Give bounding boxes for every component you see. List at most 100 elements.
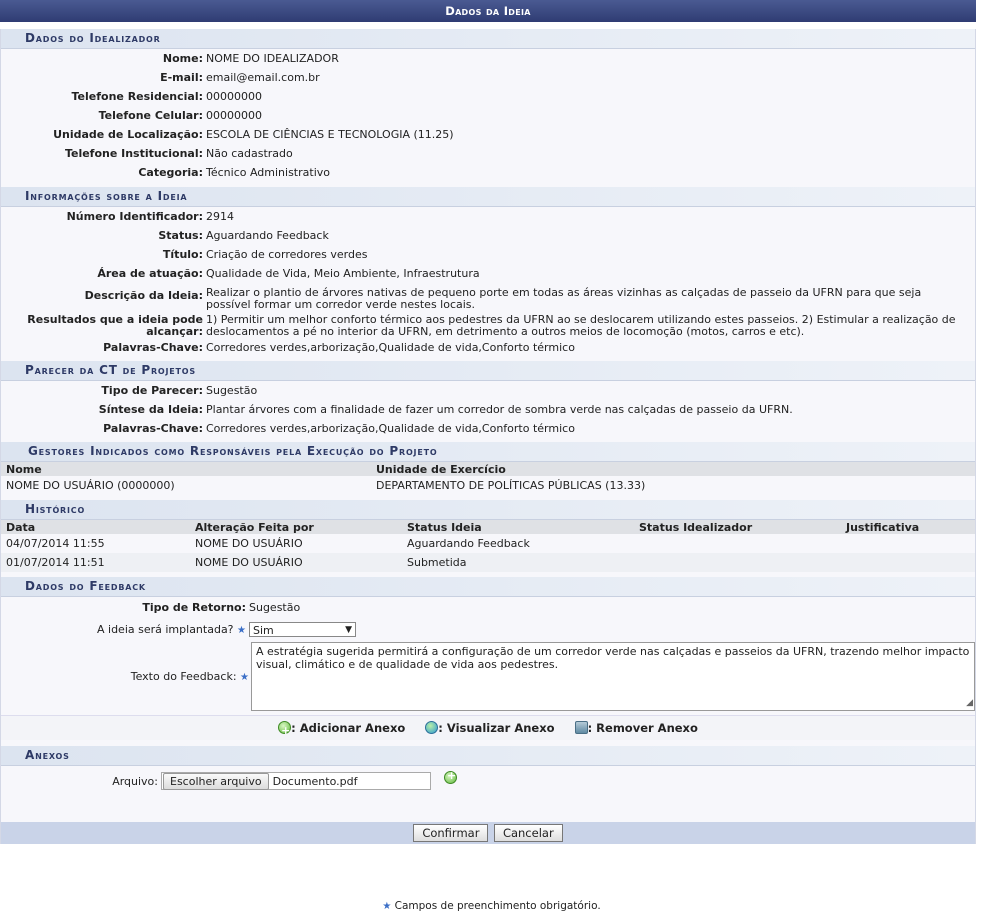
confirm-button[interactable]: Confirmar	[413, 824, 489, 842]
implantada-select[interactable]: Sim ▼	[249, 622, 356, 637]
field-label: Resultados que a ideia pode alcançar:	[27, 313, 203, 338]
field-row: Palavras-Chave: Corredores verdes,arboriz…	[1, 420, 975, 439]
table-cell: NOME DO USUÁRIO	[195, 537, 303, 550]
add-attachment-icon[interactable]	[444, 769, 457, 784]
texto-label-wrap: Texto do Feedback: ★	[1, 670, 251, 683]
resize-grip-icon[interactable]: ◢	[966, 697, 973, 710]
column-header: Nome	[1, 462, 371, 476]
historico-table: Data Alteração Feita por Status Ideia St…	[1, 520, 975, 572]
field-value: Plantar árvores com a finalidade de faze…	[206, 403, 793, 416]
texto-feedback-textarea[interactable]: A estratégia sugerida permitirá a config…	[251, 641, 975, 711]
cancel-button[interactable]: Cancelar	[493, 824, 563, 842]
field-value: Criação de corredores verdes	[206, 248, 368, 261]
field-label: Telefone Residencial:	[71, 90, 204, 103]
file-input[interactable]: Escolher arquivo Documento.pdf	[161, 772, 431, 790]
field-label: Nome:	[162, 52, 203, 65]
gestores-table: Nome Unidade de Exercício NOME DO USUÁRI…	[1, 462, 975, 495]
table-cell	[634, 534, 841, 553]
section-anexos-title: Anexos	[1, 746, 975, 766]
anexos-fields: Arquivo: Escolher arquivo Documento.pdf	[1, 766, 975, 822]
anexo-legend: : Adicionar Anexo : Visualizar Anexo : R…	[1, 715, 975, 743]
field-row: Palavras-Chave: Corredores verdes,arboriz…	[1, 339, 975, 358]
column-header: Data	[1, 520, 190, 534]
field-value: email@email.com.br	[206, 71, 320, 84]
field-row: Resultados que a ideia pode alcançar: 1) …	[1, 311, 975, 339]
field-value: 00000000	[206, 90, 262, 103]
informacoes-fields: Número Identificador: 2914 Status: Aguarda…	[1, 207, 975, 361]
table-row: 01/07/2014 11:51 NOME DO USUÁRIO Submeti…	[1, 553, 975, 572]
field-label: Categoria:	[138, 166, 203, 179]
field-row: Número Identificador: 2914	[1, 208, 975, 227]
legend-visualizar: : Visualizar Anexo	[425, 721, 555, 735]
tipo-retorno-value: Sugestão	[249, 601, 301, 614]
field-label: Unidade de Localização:	[53, 128, 203, 141]
legend-adicionar: : Adicionar Anexo	[278, 719, 405, 743]
field-value: Técnico Administrativo	[206, 166, 330, 179]
form-panel: Dados do Idealizador Nome: NOME DO IDEALI…	[0, 29, 976, 844]
field-row: Status: Aguardando Feedback	[1, 227, 975, 246]
column-header: Status Ideia	[402, 520, 634, 534]
field-row: E-mail: email@email.com.br	[1, 69, 975, 88]
field-row: Nome: NOME DO IDEALIZADOR	[1, 50, 975, 69]
field-label: Título:	[162, 248, 203, 261]
main-form: Dados da Ideia Dados do Idealizador Nome…	[0, 0, 976, 844]
add-icon	[278, 719, 292, 743]
field-label: Telefone Institucional:	[64, 147, 203, 160]
column-header: Justificativa	[841, 520, 975, 534]
field-row: Unidade de Localização: ESCOLA DE CIÊNCIA…	[1, 126, 975, 145]
table-header-row: Nome Unidade de Exercício	[1, 462, 975, 476]
field-value: Sugestão	[206, 384, 258, 397]
section-idealizador-title: Dados do Idealizador	[1, 29, 975, 49]
arquivo-label: Arquivo:	[112, 774, 158, 788]
arquivo-row: Arquivo: Escolher arquivo Documento.pdf	[1, 769, 975, 790]
required-star-icon: ★	[382, 901, 392, 912]
field-label: Descrição da Ideia:	[84, 289, 203, 302]
table-cell: NOME DO USUÁRIO	[190, 553, 402, 572]
page-title: Dados da Ideia	[0, 0, 976, 22]
required-star-icon: ★	[237, 625, 246, 636]
table-cell	[841, 534, 975, 553]
choose-file-button[interactable]: Escolher arquivo	[163, 772, 269, 790]
field-label: Síntese da Ideia:	[98, 403, 203, 416]
field-row: A ideia será implantada? ★ Sim ▼	[1, 619, 975, 640]
column-header: Unidade de Exercício	[371, 462, 975, 476]
field-row: Tipo de Parecer: Sugestão	[1, 382, 975, 401]
field-row: Telefone Residencial: 00000000	[1, 88, 975, 107]
field-value: 2914	[206, 210, 234, 223]
table-cell: Submetida	[402, 553, 634, 572]
field-label: Palavras-Chave:	[103, 341, 203, 354]
texto-feedback-label: Texto do Feedback:	[130, 669, 237, 683]
table-cell: 04/07/2014 11:55	[6, 537, 105, 550]
field-row: Texto do Feedback: ★ A estratégia sugeri…	[1, 640, 975, 712]
field-row: Área de atuação: Qualidade de Vida, Meio …	[1, 265, 975, 284]
table-cell	[841, 553, 975, 572]
required-star-icon: ★	[240, 671, 249, 683]
field-label: Status:	[158, 229, 203, 242]
section-informacoes-title: Informações sobre a Ideia	[1, 187, 975, 207]
field-value: Não cadastrado	[206, 147, 293, 160]
feedback-fields: Tipo de Retorno: Sugestão A ideia será i…	[1, 597, 975, 715]
table-cell: NOME DO USUÁRIO (0000000)	[6, 479, 175, 492]
field-value: Aguardando Feedback	[206, 229, 329, 242]
field-row: Telefone Institucional: Não cadastrado	[1, 145, 975, 164]
table-cell: 01/07/2014 11:51	[1, 553, 190, 572]
legend-visualizar-label: : Visualizar Anexo	[438, 721, 555, 735]
field-row: Síntese da Ideia: Plantar árvores com a f…	[1, 401, 975, 420]
file-name: Documento.pdf	[272, 774, 358, 788]
dropdown-arrow-icon: ▼	[345, 625, 352, 635]
required-note-text: Campos de preenchimento obrigatório.	[394, 900, 601, 912]
field-row: Telefone Celular: 00000000	[1, 107, 975, 126]
field-label: Telefone Celular:	[98, 109, 203, 122]
implantada-label-wrap: A ideia será implantada? ★	[1, 623, 249, 636]
section-parecer-title: Parecer da CT de Projetos	[1, 361, 975, 381]
field-value: 1) Permitir um melhor conforto térmico a…	[206, 313, 956, 338]
field-label: Número Identificador:	[66, 210, 203, 223]
view-icon	[425, 721, 439, 734]
field-value: Qualidade de Vida, Meio Ambiente, Infrae…	[206, 267, 480, 280]
legend-remover-label: : Remover Anexo	[587, 721, 698, 735]
implantada-label: A ideia será implantada?	[97, 623, 234, 636]
form-footer: Confirmar Cancelar	[1, 822, 975, 844]
table-cell	[634, 553, 841, 572]
table-cell: DEPARTAMENTO DE POLÍTICAS PÚBLICAS (13.3…	[376, 479, 646, 492]
legend-remover: : Remover Anexo	[574, 721, 698, 735]
